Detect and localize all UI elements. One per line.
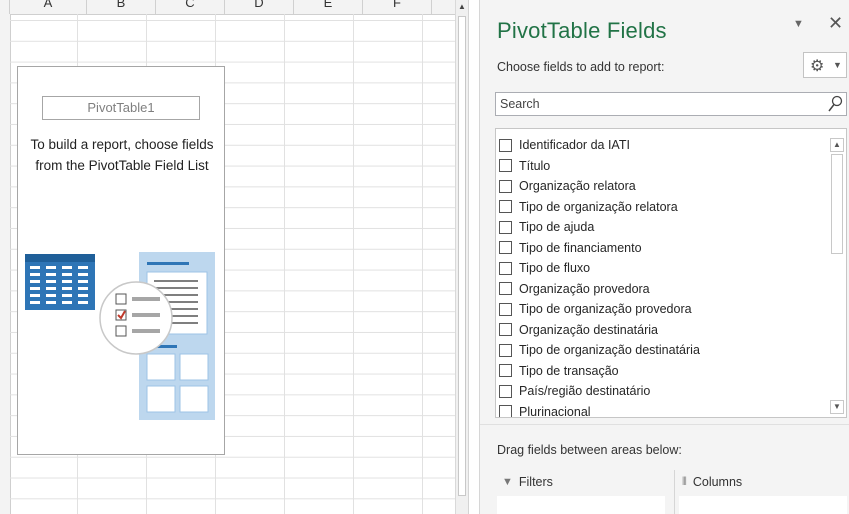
field-label: Tipo de organização relatora — [519, 199, 678, 214]
scroll-up-arrow-icon[interactable]: ▲ — [830, 138, 844, 152]
pivottable-fields-pane: PivotTable Fields ▼ ✕ Choose fields to a… — [479, 0, 849, 514]
filter-icon: ▼ — [502, 476, 513, 488]
table-icon — [25, 254, 95, 310]
chevron-down-icon[interactable]: ▼ — [793, 18, 804, 30]
scroll-down-arrow-icon[interactable]: ▼ — [830, 400, 844, 414]
field-item[interactable]: Tipo de fluxo — [499, 258, 829, 278]
columns-area-label: Columns — [692, 475, 743, 489]
field-label: Tipo de organização destinatária — [519, 343, 700, 357]
choose-fields-label: Choose fields to add to report: — [497, 60, 665, 74]
checkbox[interactable] — [499, 384, 512, 398]
field-item[interactable]: Tipo de organização destinatária — [499, 340, 829, 360]
field-item[interactable]: Tipo de financiamento — [499, 238, 829, 258]
filters-area-label: Filters — [518, 475, 553, 489]
pivot-instructions: To build a report, choose fields from th… — [30, 137, 214, 173]
field-label: Identificador da IATI — [519, 138, 630, 152]
checkbox[interactable] — [499, 323, 512, 336]
field-label: Tipo de transação — [519, 363, 619, 378]
field-label: Tipo de fluxo — [519, 261, 591, 275]
checkbox[interactable] — [499, 138, 512, 152]
pivot-table-placeholder[interactable]: PivotTable1 To build a report, choose fi… — [17, 66, 225, 455]
pane-title: PivotTable Fields — [497, 18, 667, 43]
checkbox[interactable] — [499, 220, 512, 234]
checkbox[interactable] — [499, 241, 512, 254]
field-item[interactable]: Organização relatora — [499, 176, 829, 196]
field-item[interactable]: País/região destinatário — [499, 381, 829, 401]
field-item[interactable]: Tipo de ajuda — [499, 217, 829, 237]
checkbox[interactable] — [499, 261, 512, 275]
checkbox[interactable] — [499, 302, 512, 316]
field-item[interactable]: Identificador da IATI — [499, 135, 829, 155]
field-label: País/região destinatário — [519, 384, 651, 398]
close-icon[interactable]: ✕ — [828, 13, 843, 34]
pivot-illustration — [25, 252, 215, 420]
field-label: Título — [519, 158, 551, 173]
checkbox[interactable] — [499, 405, 512, 417]
checkbox[interactable] — [499, 179, 512, 193]
search-input[interactable] — [496, 93, 820, 115]
column-header-b[interactable]: B — [87, 0, 156, 14]
field-item[interactable]: Título — [499, 156, 829, 176]
column-header-a[interactable]: A — [10, 0, 87, 14]
field-item[interactable]: Tipo de organização provedora — [499, 299, 829, 319]
field-item[interactable]: Organização destinatária — [499, 320, 829, 340]
scroll-up-arrow-icon[interactable]: ▲ — [458, 2, 466, 11]
field-item[interactable]: Plurinacional — [499, 402, 829, 418]
checkbox[interactable] — [499, 282, 512, 295]
search-field[interactable] — [495, 92, 847, 116]
field-label: Tipo de organização provedora — [519, 302, 692, 316]
spreadsheet-grid-area[interactable]: A B C D E F PivotTable1 To build a repor… — [0, 0, 469, 514]
field-label: Tipo de financiamento — [519, 240, 642, 255]
checkbox[interactable] — [499, 200, 512, 213]
columns-drop-zone[interactable] — [679, 496, 847, 514]
field-label: Organização relatora — [519, 179, 636, 193]
columns-area-header: ⦀ Columns — [682, 475, 742, 489]
filters-drop-zone[interactable] — [497, 496, 665, 514]
column-header-bar: A B C D E F — [0, 0, 468, 15]
field-label: Tipo de ajuda — [519, 220, 595, 234]
field-item[interactable]: Organização provedora — [499, 279, 829, 299]
pivot-table-name: PivotTable1 — [42, 96, 200, 120]
chevron-down-icon: ▼ — [833, 60, 842, 70]
pane-section-splitter[interactable] — [480, 424, 849, 425]
filters-area-header: ▼ Filters — [502, 475, 553, 489]
column-header-d[interactable]: D — [225, 0, 294, 14]
field-label: Organização provedora — [519, 281, 650, 296]
search-icon[interactable] — [827, 95, 843, 113]
checkbox[interactable] — [499, 159, 512, 172]
select-all-corner[interactable] — [0, 0, 10, 14]
field-list[interactable]: Identificador da IATI Título Organização… — [495, 128, 847, 418]
checkbox[interactable] — [499, 364, 512, 377]
drag-fields-label: Drag fields between areas below: — [497, 443, 682, 457]
column-header-c[interactable]: C — [156, 0, 225, 14]
checkbox-magnifier-icon — [99, 281, 173, 355]
field-label: Organização destinatária — [519, 322, 658, 337]
excel-window: A B C D E F PivotTable1 To build a repor… — [0, 0, 849, 514]
column-header-f[interactable]: F — [363, 0, 432, 14]
columns-icon: ⦀ — [682, 475, 687, 488]
sheet-vertical-scrollbar[interactable]: ▲ — [455, 0, 468, 514]
checkbox[interactable] — [499, 343, 512, 357]
field-list-scrollbar[interactable]: ▲ ▼ — [829, 130, 845, 416]
scrollbar-thumb[interactable] — [458, 16, 466, 496]
area-divider — [674, 470, 675, 514]
field-label: Plurinacional — [519, 404, 591, 418]
column-header-e[interactable]: E — [294, 0, 363, 14]
field-item[interactable]: Tipo de transação — [499, 361, 829, 381]
gear-icon: ⚙ — [810, 58, 825, 75]
scrollbar-thumb[interactable] — [831, 154, 843, 254]
field-list-settings-button[interactable]: ⚙ ▼ — [803, 52, 847, 78]
field-item[interactable]: Tipo de organização relatora — [499, 197, 829, 217]
